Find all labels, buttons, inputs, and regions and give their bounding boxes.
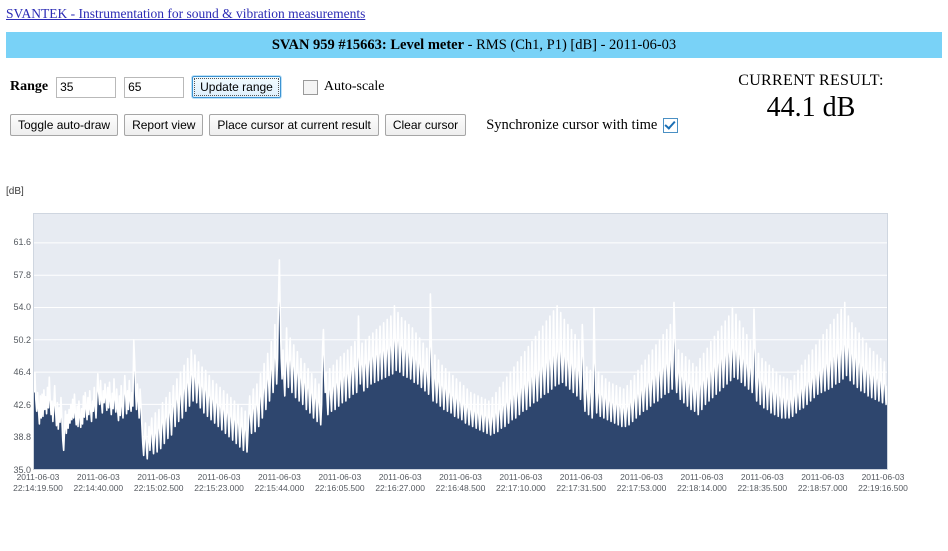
- y-axis-tick-label: 42.6: [13, 399, 31, 410]
- site-link-row: SVANTEK - Instrumentation for sound & vi…: [0, 0, 948, 22]
- y-axis-unit-label: [dB]: [6, 186, 24, 197]
- range-max-input[interactable]: [124, 76, 185, 98]
- level-meter-area-chart: [34, 242, 887, 469]
- current-result-label: CURRENT RESULT:: [738, 72, 884, 89]
- clear-cursor-button[interactable]: Clear cursor: [384, 114, 467, 136]
- y-axis-tick-label: 61.6: [13, 237, 31, 248]
- place-cursor-button[interactable]: Place cursor at current result: [209, 114, 379, 136]
- x-axis: 2011-06-03 22:14:19.500 2011-06-03 22:14:40…: [13, 472, 908, 500]
- sync-cursor-label: Synchronize cursor with time: [486, 116, 658, 133]
- y-axis-tick-label: 50.2: [13, 334, 31, 345]
- y-axis-tick-label: 46.4: [13, 367, 31, 378]
- report-view-button[interactable]: Report view: [124, 114, 204, 136]
- measurement-subtitle: - RMS (Ch1, P1) [dB] - 2011-06-03: [464, 37, 677, 53]
- range-min-input[interactable]: [56, 76, 117, 98]
- x-tick-time: 22:19:16.500: [858, 483, 908, 493]
- y-axis-tick-label: 57.8: [13, 269, 31, 280]
- current-result-value: 44.1 dB: [766, 92, 856, 123]
- update-range-button[interactable]: Update range: [192, 76, 281, 98]
- device-title: SVAN 959 #15663: Level meter: [271, 37, 465, 53]
- auto-scale-label: Auto-scale: [323, 79, 385, 94]
- plot-area[interactable]: [33, 213, 888, 470]
- chart-container: 61.6 57.8 54.0 50.2 46.4 42.6 38.8 35.0 2011-06…: [0, 205, 948, 505]
- y-axis-tick-label: 54.0: [13, 302, 31, 313]
- sync-cursor-checkbox[interactable]: [663, 117, 679, 133]
- y-axis-tick-label: 38.8: [13, 432, 31, 443]
- y-axis: 61.6 57.8 54.0 50.2 46.4 42.6 38.8 35.0: [0, 213, 31, 475]
- page-title-banner: SVAN 959 #15663: Level meter - RMS (Ch1,…: [6, 32, 942, 58]
- x-axis-tick-label: 2011-06-03 22:19:16.500: [843, 472, 923, 494]
- x-tick-date: 2011-06-03: [861, 472, 905, 482]
- range-label: Range: [10, 79, 49, 94]
- controls-panel: Range Update range Auto-scale Toggle aut…: [0, 72, 948, 144]
- svantek-site-link[interactable]: SVANTEK - Instrumentation for sound & vi…: [6, 6, 365, 21]
- current-result-block: CURRENT RESULT: 44.1 dB: [696, 72, 926, 124]
- auto-scale-checkbox[interactable]: [302, 79, 318, 95]
- toggle-auto-draw-button[interactable]: Toggle auto-draw: [10, 114, 119, 136]
